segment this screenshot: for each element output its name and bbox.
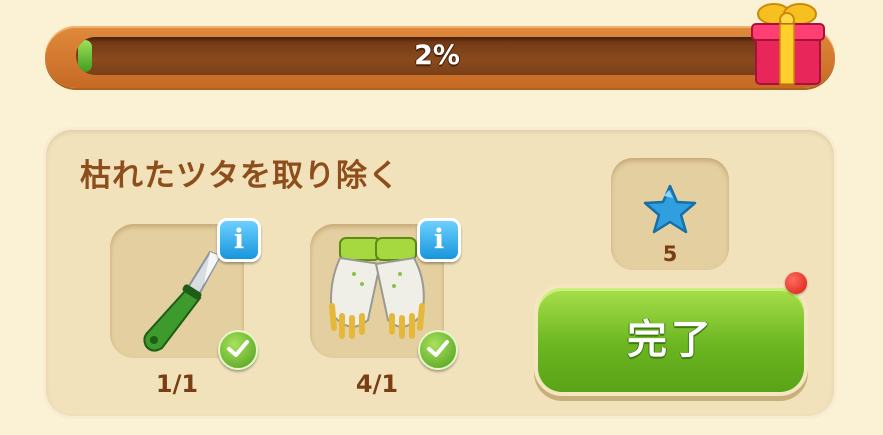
task-title: 枯れたツタを取り除く [80,158,400,194]
info-button-gloves[interactable]: i [417,218,461,262]
task-panel: 枯れたツタを取り除く i 1/1 i 4/1 5 完了 [46,130,834,416]
gift-box-icon[interactable] [748,0,828,90]
progress-percent: 2% [414,40,460,71]
notification-dot [785,272,807,294]
complete-button[interactable]: 完了 [538,288,804,392]
reward-count: 5 [662,242,678,266]
progress-track: 2% [76,37,798,75]
check-icon [218,330,258,370]
item-count-gloves: 4/1 [355,370,399,398]
progress-bar: 2% [45,26,835,88]
info-button-knife[interactable]: i [217,218,261,262]
check-icon [418,330,458,370]
item-count-knife: 1/1 [155,370,199,398]
